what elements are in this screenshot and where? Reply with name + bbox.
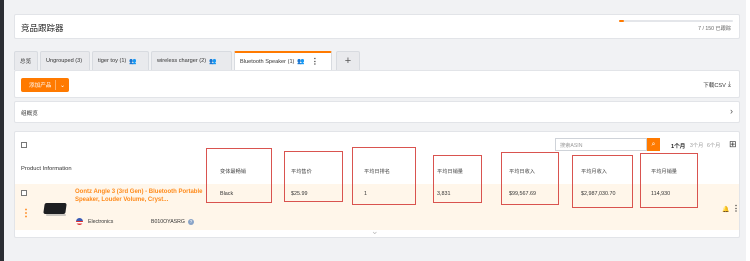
cell-avg-monthly-revenue: $2,987,030.70 — [581, 191, 616, 197]
col-header-avg-price: 平均售价 — [291, 169, 312, 175]
product-asin[interactable]: B010OYASRG — [151, 219, 185, 225]
cell-avg-daily-sales: 3,831 — [437, 191, 451, 197]
tab-tiger-toy[interactable]: tiger toy (1) 👥 — [92, 51, 149, 70]
row-menu-icon[interactable]: ⋮ — [21, 208, 31, 219]
tab-label: 总览 — [20, 59, 32, 65]
speaker-image — [43, 203, 67, 214]
tab-label: tiger toy (1) — [98, 58, 127, 64]
highlight-box-avg-monthly-sales — [640, 153, 698, 208]
table-card: 搜索ASIN ⌕ 1个月 3个月 6个月 ⊞ Product Informati… — [14, 131, 740, 238]
help-icon[interactable]: ? — [188, 219, 194, 225]
cell-avg-rank: 1 — [364, 191, 367, 197]
cell-variant: Black — [220, 191, 234, 197]
header-card: 竞品跟踪器 7 / 150 已跟踪 — [14, 14, 740, 39]
right-edge — [746, 0, 750, 261]
add-product-label: 添加产品 — [29, 83, 52, 89]
tab-overview[interactable]: 总览 — [14, 51, 38, 70]
chevron-down-icon[interactable]: ⌄ — [56, 82, 65, 89]
people-icon: 👥 — [129, 58, 137, 65]
cell-avg-daily-revenue: $99,567.69 — [509, 191, 536, 197]
tab-label: Ungrouped (3) — [46, 58, 83, 64]
tab-bluetooth-speaker[interactable]: Bluetooth Speaker (1) 👥 ⋮ — [234, 51, 332, 70]
tab-ungrouped[interactable]: Ungrouped (3) — [40, 51, 90, 70]
chevron-right-icon[interactable]: › — [730, 106, 733, 116]
expand-chevron-icon[interactable]: ⌄ — [371, 226, 379, 237]
product-info-header: Product Information — [21, 166, 72, 172]
highlight-box-variant — [206, 148, 272, 203]
download-csv-label: 下载CSV — [703, 83, 726, 89]
people-icon: 👥 — [297, 59, 305, 65]
col-header-avg-monthly-revenue: 平均月收入 — [581, 169, 607, 175]
period-3-months[interactable]: 3个月 — [690, 142, 703, 149]
search-input[interactable]: 搜索ASIN — [555, 138, 647, 151]
page-title: 竞品跟踪器 — [21, 23, 64, 33]
left-edge — [0, 0, 4, 261]
product-thumbnail — [41, 200, 69, 218]
speaker-shadow — [46, 214, 66, 216]
tab-label: wireless charger (2) — [157, 58, 207, 64]
tracking-progress-bar — [619, 20, 733, 22]
period-1-month[interactable]: 1个月 — [671, 142, 685, 150]
add-column-icon[interactable]: ⊞ — [729, 139, 737, 150]
highlight-box-avg-daily-revenue — [501, 152, 559, 205]
search-icon: ⌕ — [651, 140, 656, 148]
plus-icon: + — [344, 55, 352, 67]
col-header-avg-monthly-sales: 平均月销量 — [651, 169, 677, 175]
tab-more-icon[interactable]: ⋮ — [311, 57, 319, 66]
select-all-checkbox[interactable] — [21, 142, 27, 148]
highlight-box-avg-monthly-revenue — [572, 155, 633, 208]
summary-card[interactable]: 组概览 › — [14, 101, 740, 123]
cell-avg-monthly-sales: 114,930 — [651, 191, 671, 197]
row-checkbox[interactable] — [21, 190, 27, 196]
col-header-avg-daily-sales: 平均日销量 — [437, 169, 463, 175]
add-tab-button[interactable]: + — [336, 51, 360, 70]
add-product-button[interactable]: 添加产品 ⌄ — [21, 78, 69, 92]
col-header-avg-rank: 平均日排名 — [364, 169, 390, 175]
period-6-months[interactable]: 6个月 — [707, 142, 720, 149]
people-icon: 👥 — [209, 58, 217, 65]
highlight-box-avg-rank — [352, 147, 416, 205]
summary-label: 组概览 — [21, 111, 38, 117]
row-more-icon[interactable]: ⋮ — [732, 204, 740, 213]
col-header-avg-daily-revenue: 平均日收入 — [509, 169, 535, 175]
tab-label: Bluetooth Speaker (1) — [240, 58, 295, 65]
tracking-progress-text: 7 / 150 已跟踪 — [698, 26, 731, 32]
download-csv-button[interactable]: 下载CSV ⤓ — [703, 81, 731, 89]
cell-avg-price: $25.99 — [291, 191, 308, 197]
bell-icon[interactable]: 🔔 — [722, 206, 729, 213]
search-button[interactable]: ⌕ — [647, 138, 660, 151]
col-header-variant: 变体最畅销 — [220, 169, 246, 175]
product-title[interactable]: Oontz Angle 3 (3rd Gen) - Bluetooth Port… — [75, 188, 223, 204]
tracking-progress-fill — [619, 20, 625, 22]
toolbar-card: 添加产品 ⌄ 下载CSV ⤓ — [14, 70, 740, 98]
search-placeholder: 搜索ASIN — [560, 143, 583, 149]
us-flag-icon — [76, 218, 83, 225]
download-icon: ⤓ — [727, 81, 731, 88]
tab-wireless-charger[interactable]: wireless charger (2) 👥 — [151, 51, 232, 70]
product-category: Electronics — [88, 219, 114, 225]
